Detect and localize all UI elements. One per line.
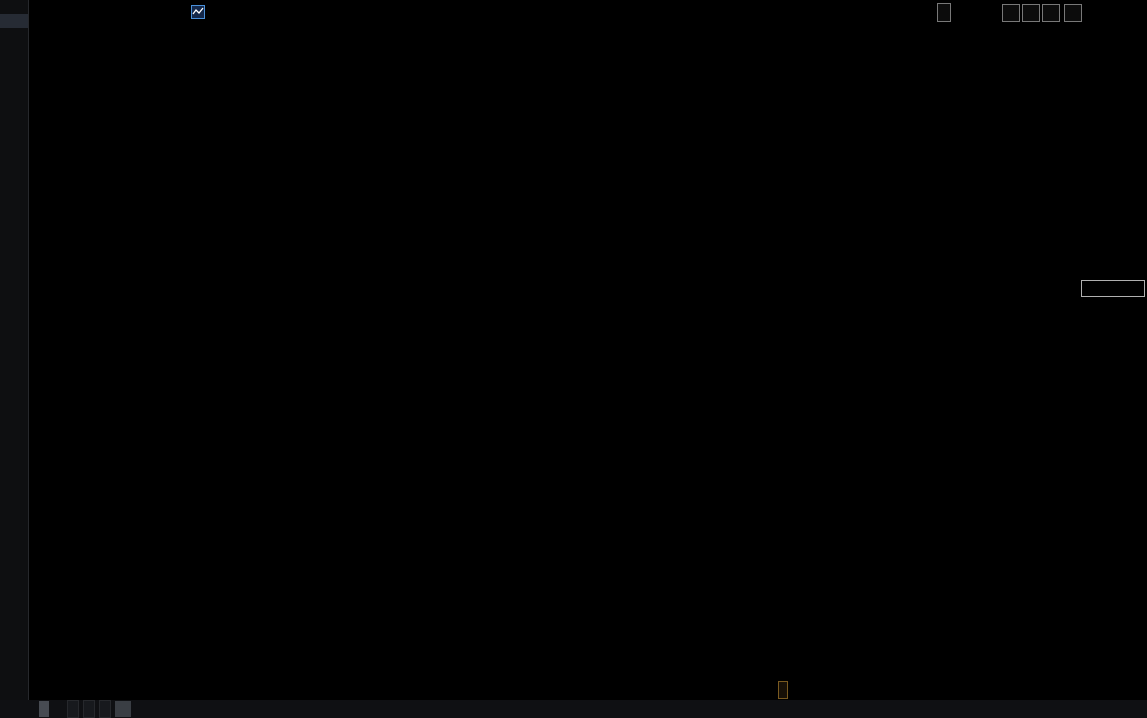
toolbar-vip-indicator-button[interactable] <box>53 701 63 717</box>
period-tab-daily[interactable] <box>30 680 39 695</box>
topbar <box>28 0 1147 29</box>
exit-tool-icon[interactable] <box>1064 4 1082 22</box>
kdj-header <box>88 565 136 579</box>
macd-header <box>88 432 136 446</box>
toolbar-b-button[interactable] <box>83 700 95 718</box>
trading-app-window <box>0 0 1147 718</box>
scale-tool-icon[interactable] <box>1042 4 1060 22</box>
sidebar-item-kline-chart[interactable] <box>0 14 28 28</box>
sidebar <box>0 0 29 718</box>
sidebar-item-contract-info[interactable] <box>0 42 28 56</box>
all-themes-button[interactable] <box>937 3 951 22</box>
candlestick-chart-canvas[interactable] <box>0 0 1147 718</box>
toolbar-j-button[interactable] <box>67 700 79 718</box>
grid-tool-icon[interactable] <box>1022 4 1040 22</box>
sidebar-item-flash-chart[interactable] <box>0 28 28 42</box>
move-tool-icon[interactable] <box>1002 4 1020 22</box>
bottom-toolbar <box>0 700 1147 718</box>
highlighted-date-label <box>778 681 788 699</box>
toolbar-indicator-button[interactable] <box>25 701 35 717</box>
toolbar-template-button[interactable] <box>39 701 49 717</box>
current-price-badge <box>1081 280 1145 297</box>
toolbar-bb-button[interactable] <box>99 700 111 718</box>
toolbar-save-template-button[interactable] <box>115 701 131 717</box>
sidebar-item-time-chart[interactable] <box>0 0 28 14</box>
